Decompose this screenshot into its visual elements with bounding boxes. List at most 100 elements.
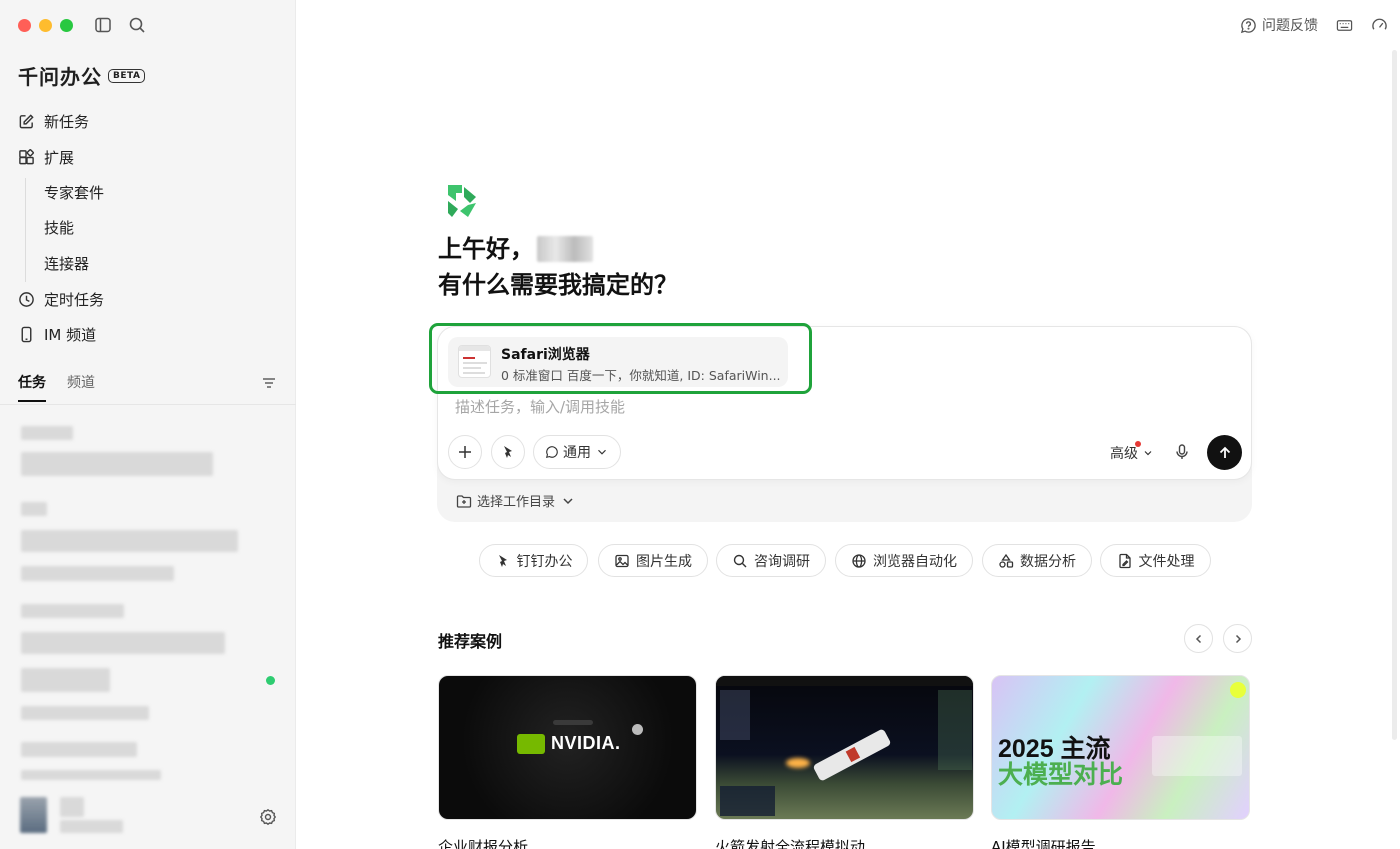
task-item[interactable]: [21, 706, 149, 720]
feedback-button[interactable]: 问题反馈: [1240, 15, 1318, 35]
chip-image-generation[interactable]: 图片生成: [598, 544, 708, 577]
nav-im-channel[interactable]: IM 频道: [18, 323, 96, 345]
microphone-icon[interactable]: [1173, 443, 1191, 461]
notification-dot: [1135, 441, 1141, 447]
case-card-rocket-launch[interactable]: [715, 675, 974, 820]
nvidia-logo: NVIDIA.: [517, 733, 621, 754]
dingtalk-button[interactable]: [491, 435, 525, 469]
task-item[interactable]: [21, 770, 161, 780]
card-panel: [720, 690, 750, 740]
minimize-window-button[interactable]: [39, 19, 52, 32]
task-item[interactable]: [21, 566, 174, 581]
next-button[interactable]: [1223, 624, 1252, 653]
card-image-text-1: 2025 主流: [998, 735, 1111, 763]
prev-button[interactable]: [1184, 624, 1213, 653]
task-item[interactable]: [21, 668, 110, 692]
arrow-up-icon: [1219, 446, 1230, 458]
chip-browser-automation[interactable]: 浏览器自动化: [835, 544, 973, 577]
user-area[interactable]: [0, 783, 296, 849]
card-info-block: [1152, 736, 1242, 776]
file-edit-icon: [1118, 553, 1131, 568]
workdir-selector[interactable]: 选择工作目录: [456, 491, 576, 510]
task-input[interactable]: 描述任务，输入/调用技能: [455, 396, 625, 417]
search-icon[interactable]: [128, 16, 146, 34]
case-card-label: 企业财报分析: [438, 838, 529, 849]
help-circle-icon: [1240, 17, 1256, 33]
rocket-flame: [786, 758, 810, 768]
greeting-line-1: 上午好，: [438, 235, 534, 263]
avatar[interactable]: [20, 797, 47, 833]
greeting-line-2: 有什么需要我搞定的？: [438, 271, 678, 299]
task-item[interactable]: [21, 604, 124, 618]
user-name-redacted: [537, 236, 593, 262]
edit-icon: [19, 113, 34, 128]
card-badge: [1230, 682, 1246, 698]
plus-icon: [459, 446, 471, 458]
task-item[interactable]: [21, 530, 238, 552]
beta-badge: BETA: [108, 68, 146, 83]
nav-scheduled-tasks-label: 定时任务: [44, 290, 105, 309]
chevron-right-icon: [1235, 634, 1241, 643]
chip-dingtalk-office[interactable]: 钉钉办公: [479, 544, 588, 577]
task-item[interactable]: [21, 742, 137, 757]
folder-plus-icon: [456, 494, 472, 508]
advanced-label: 高级: [1110, 446, 1138, 462]
tabs-divider: [0, 404, 296, 405]
mode-selector[interactable]: 通用: [533, 435, 621, 469]
chip-research[interactable]: 咨询调研: [716, 544, 826, 577]
sub-item-expert-kit[interactable]: 专家套件: [44, 182, 104, 204]
task-group-header: [21, 502, 47, 516]
filter-icon[interactable]: [261, 375, 277, 391]
app-logo-icon: [448, 185, 476, 217]
grid-icon: [19, 148, 34, 164]
gauge-icon[interactable]: [1371, 17, 1388, 34]
user-name: [60, 797, 84, 817]
add-button[interactable]: [448, 435, 482, 469]
case-card-financial-report[interactable]: NVIDIA.: [438, 675, 697, 820]
card-image-text: NVIDIA.: [551, 733, 621, 753]
task-item[interactable]: [21, 452, 213, 476]
tab-channels[interactable]: 频道: [67, 372, 95, 402]
nav-scheduled-tasks[interactable]: 定时任务: [18, 288, 104, 310]
tab-tasks[interactable]: 任务: [18, 372, 46, 402]
close-window-button[interactable]: [18, 19, 31, 32]
maximize-window-button[interactable]: [60, 19, 73, 32]
sub-item-connectors[interactable]: 连接器: [44, 253, 89, 275]
search-icon: [733, 554, 747, 567]
send-button[interactable]: [1207, 435, 1242, 470]
image-icon: [615, 554, 629, 567]
sub-item-skills[interactable]: 技能: [44, 217, 74, 239]
advanced-selector[interactable]: 高级: [1110, 443, 1154, 463]
dingtalk-icon: [504, 446, 512, 458]
card-image-text-2: 大模型对比: [998, 761, 1124, 789]
chip-file-processing[interactable]: 文件处理: [1100, 544, 1211, 577]
chip-label: 咨询调研: [754, 553, 810, 570]
scrollbar[interactable]: [1392, 50, 1397, 740]
gear-icon[interactable]: [259, 808, 277, 826]
chevron-left-icon: [1195, 634, 1201, 643]
brand-name: 千问办公: [18, 65, 102, 89]
chevron-down-icon: [598, 449, 606, 455]
recommend-title: 推荐案例: [438, 632, 503, 651]
card-image-title: 2025 主流 大模型对比: [998, 736, 1123, 788]
task-item[interactable]: [21, 632, 225, 654]
case-card-label: AI模型调研报告: [991, 838, 1096, 849]
chip-data-analysis[interactable]: 数据分析: [982, 544, 1092, 577]
card-minimap: [720, 786, 775, 816]
workdir-label: 选择工作目录: [477, 495, 556, 510]
chevron-down-icon: [563, 497, 573, 504]
nav-extensions[interactable]: 扩展: [18, 146, 74, 168]
brand: 千问办公 BETA: [18, 61, 146, 90]
case-card-ai-model-report[interactable]: 2025 主流 大模型对比: [991, 675, 1250, 820]
card-panel: [938, 690, 972, 770]
sub-nav-line: [25, 178, 26, 282]
nav-new-task[interactable]: 新任务: [18, 110, 89, 132]
nav-extensions-label: 扩展: [44, 148, 75, 167]
mode-label: 通用: [563, 445, 591, 461]
card-decor: [553, 720, 593, 725]
keyboard-icon[interactable]: [1336, 17, 1353, 34]
nav-new-task-label: 新任务: [44, 112, 90, 131]
status-dot: [266, 676, 275, 685]
window-controls: [18, 19, 73, 32]
sidebar-toggle-icon[interactable]: [94, 16, 112, 34]
